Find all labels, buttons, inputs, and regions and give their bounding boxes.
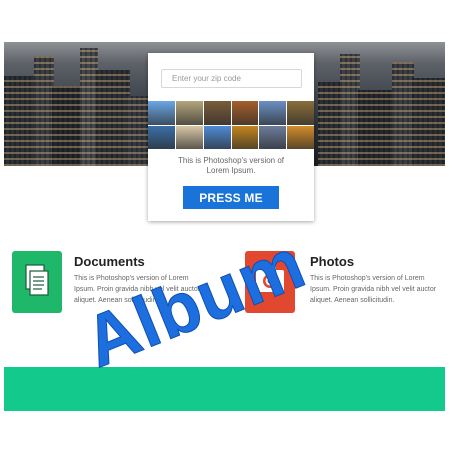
landmark-thumbnail[interactable]	[175, 125, 203, 149]
hero-building	[340, 54, 360, 166]
text-line: This is Photoshop's version of Lorem	[310, 275, 425, 282]
hero-building	[96, 70, 130, 166]
landmark-thumbnail[interactable]	[148, 101, 175, 125]
hero-building	[392, 62, 414, 166]
green-footer-strip	[4, 367, 445, 411]
landmark-thumbnail[interactable]	[231, 101, 259, 125]
landmark-thumbnail[interactable]	[148, 125, 175, 149]
text-line: aliquet. Aenean sollicitudin.	[310, 297, 395, 304]
landmark-thumbnail[interactable]	[231, 125, 259, 149]
photos-title: Photos	[310, 254, 355, 269]
documents-icon	[12, 251, 62, 313]
document-stack-icon	[25, 264, 49, 296]
landmark-thumbnail[interactable]	[175, 101, 203, 125]
card-caption: This is Photoshop's version of Lorem Ips…	[148, 156, 314, 176]
album-overlay-text: Album	[73, 223, 316, 384]
hero-building	[34, 56, 54, 166]
landmark-thumbnail[interactable]	[259, 125, 287, 149]
zip-code-input[interactable]	[161, 69, 302, 88]
landmark-thumbnail[interactable]	[287, 101, 314, 125]
hero-building	[52, 86, 82, 166]
photos-description: This is Photoshop's version of Lorem Ips…	[310, 273, 450, 306]
landmark-thumbnail[interactable]	[287, 125, 314, 149]
hero-building	[318, 82, 342, 166]
hero-building	[358, 90, 394, 166]
landmark-thumbnail[interactable]	[259, 101, 287, 125]
caption-line: Lorem Ipsum.	[206, 166, 256, 175]
press-me-button[interactable]: PRESS ME	[183, 186, 279, 209]
documents-title: Documents	[74, 254, 145, 269]
caption-line: This is Photoshop's version of	[177, 156, 285, 165]
thumbnail-grid	[148, 101, 314, 149]
zip-card: This is Photoshop's version of Lorem Ips…	[148, 53, 314, 221]
hero-building	[412, 78, 445, 166]
text-line: Ipsum. Proin gravida nibh vel velit auct…	[310, 286, 437, 293]
landmark-thumbnail[interactable]	[203, 101, 231, 125]
landmark-thumbnail[interactable]	[203, 125, 231, 149]
